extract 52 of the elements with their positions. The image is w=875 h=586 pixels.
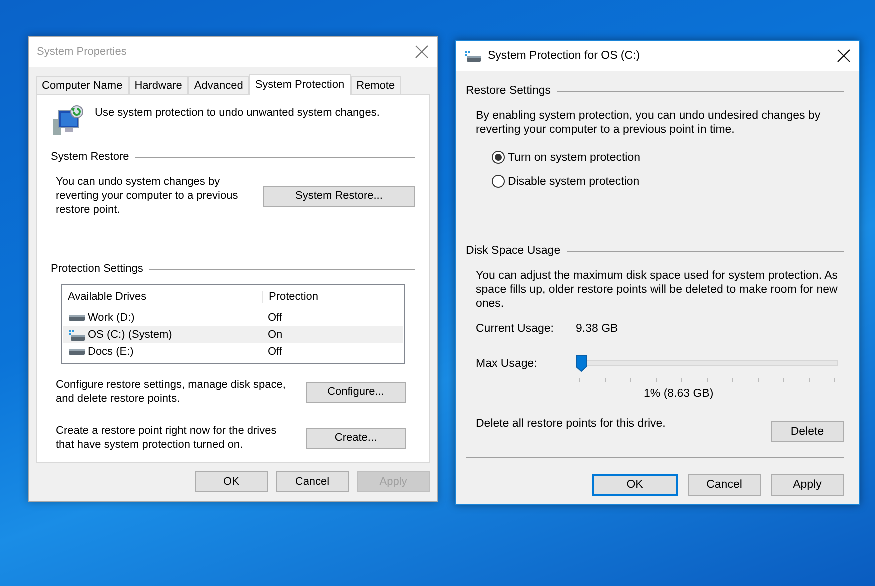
create-button[interactable]: Create...	[306, 428, 406, 448]
tab[interactable]: Hardware	[128, 76, 188, 94]
window-title: System Protection for OS (C:)	[488, 50, 642, 62]
table-cell-text: Off	[267, 346, 282, 358]
delete-button[interactable]: Delete	[771, 421, 844, 442]
column-header[interactable]: Protection	[262, 291, 392, 303]
slider-thumb[interactable]	[576, 355, 587, 372]
field-label: Max Usage:	[476, 358, 538, 370]
description-text: By enabling system protection, you can undo undesired changes by reverting your computer to a previous point in time.	[475, 109, 822, 137]
group-heading: Restore Settings	[466, 85, 552, 97]
computer-icon	[51, 105, 85, 137]
tab[interactable]: Computer Name	[36, 76, 129, 94]
drive-name: OS (C:) (System)	[88, 328, 172, 340]
group-heading: Disk Space Usage	[466, 245, 561, 257]
dialog-button[interactable]: Cancel	[688, 474, 761, 496]
usage-slider[interactable]	[576, 355, 838, 372]
radio-option[interactable]: Disable system protection	[492, 175, 844, 188]
description-text: You can adjust the maximum disk space used for system protection. As space fills up, older restore points will be deleted to make room for new ones.	[475, 269, 840, 311]
tab[interactable]: System Protection	[249, 74, 351, 95]
dialog-button[interactable]: Cancel	[276, 471, 349, 492]
radio-option[interactable]: Turn on system protection	[492, 151, 844, 164]
tab[interactable]: Advanced	[188, 76, 250, 94]
description-text: Use system protection to undo unwanted system changes.	[95, 107, 380, 119]
drive-name: Docs (E:)	[88, 346, 134, 358]
tab[interactable]: Remote	[350, 76, 402, 94]
usage-value: 9.38 GB	[576, 323, 618, 335]
dialog-button[interactable]: Apply	[771, 474, 844, 496]
table-row[interactable]: OS (C:) (System) On	[63, 326, 403, 343]
radio-button[interactable]	[492, 151, 505, 164]
description-text: Delete all restore points for this drive.	[476, 418, 666, 430]
table-cell-text: On	[267, 328, 283, 340]
close-icon[interactable]	[837, 49, 851, 63]
description-text: Configure restore settings, manage disk space, and delete restore points.	[56, 378, 287, 406]
group-heading: System Restore	[51, 151, 130, 163]
dialog-button[interactable]: OK	[195, 471, 268, 492]
drive-icon	[69, 314, 85, 320]
window-title: System Properties	[37, 46, 128, 58]
description-text: You can undo system changes by reverting your computer to a previous restore point.	[56, 175, 240, 217]
group-heading: Protection Settings	[51, 263, 144, 275]
drive-name: Work (D:)	[88, 312, 135, 324]
description-text: Create a restore point right now for the drives that have system protection turned on.	[56, 424, 278, 452]
system-drive-icon	[68, 328, 86, 342]
dialog-button[interactable]: OK	[592, 474, 678, 496]
system-drive-icon	[464, 49, 482, 63]
column-header[interactable]: Available Drives	[62, 291, 262, 303]
radio-button[interactable]	[492, 175, 505, 188]
system-restore-button[interactable]: System Restore...	[263, 186, 415, 206]
drive-icon	[69, 348, 85, 354]
slider-reading: 1% (8.63 GB)	[644, 388, 715, 400]
configure-button[interactable]: Configure...	[306, 382, 406, 402]
field-label: Current Usage:	[476, 323, 555, 335]
table-cell-text: Off	[267, 312, 282, 324]
